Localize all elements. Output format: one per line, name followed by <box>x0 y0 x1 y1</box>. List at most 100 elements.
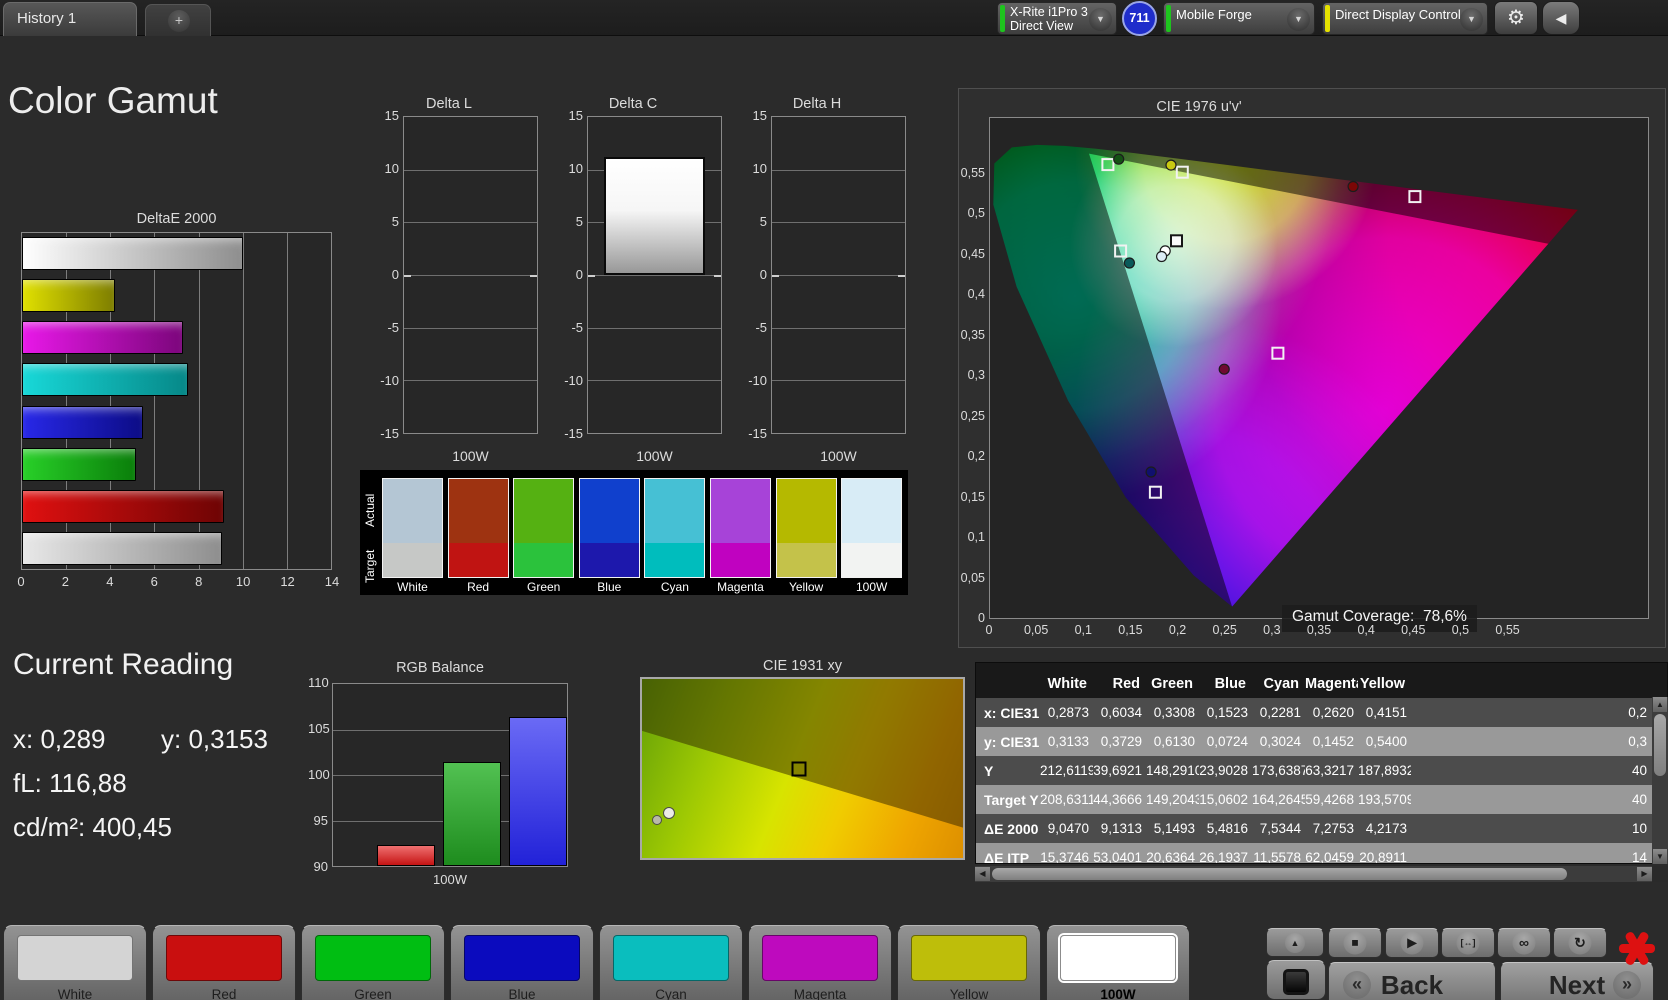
target-color <box>776 542 836 577</box>
blackout-button[interactable] <box>1266 960 1326 1000</box>
scroll-thumb[interactable] <box>992 868 1567 880</box>
cie1976-y-tick: 0,05 <box>960 570 985 585</box>
swatch-column-Magenta: Magenta <box>710 478 771 594</box>
stop-icon: ■ <box>1343 931 1367 955</box>
tab-history-1[interactable]: History 1 <box>3 2 137 36</box>
pattern-button-label: White <box>57 987 93 1000</box>
cie1976-diagram <box>993 144 1578 607</box>
target-row-label: Target <box>363 549 377 583</box>
table-row[interactable]: y: CIE31 0,3133 0,3729 0,6130 0,0724 0,3024 0,… <box>976 727 1667 756</box>
scroll-up-button[interactable]: ▲ <box>1653 697 1667 712</box>
y-tick-label: 5 <box>391 214 399 229</box>
zero-tick <box>772 275 779 277</box>
pattern-button-Yellow[interactable]: Yellow <box>897 925 1041 1000</box>
pattern-button-Red[interactable]: Red <box>152 925 296 1000</box>
gridline <box>588 275 721 276</box>
cell: 0,3024 <box>1259 734 1301 749</box>
bar-Red <box>377 845 435 866</box>
swatch-Blue <box>578 478 640 578</box>
bars <box>22 233 331 569</box>
meter-dropdown[interactable]: X-Rite i1Pro 3 Direct View ▼ <box>997 2 1117 35</box>
y-tick-label: -10 <box>564 373 583 388</box>
chevron-down-icon[interactable]: ▼ <box>1287 8 1310 31</box>
table-row[interactable]: ΔE 2000 9,0470 9,1313 5,1493 5,4816 7,5344 7,2… <box>976 814 1667 843</box>
cell: 0,2 <box>1628 705 1647 720</box>
cell: 0,3 <box>1628 734 1647 749</box>
pattern-button-White[interactable]: White <box>3 925 147 1000</box>
bar-100W <box>603 157 706 275</box>
pattern-button-Magenta[interactable]: Magenta <box>748 925 892 1000</box>
source-label: Mobile Forge <box>1176 7 1252 22</box>
cie1976-y-tick: 0,35 <box>960 327 985 342</box>
y-tick-label: 5 <box>575 214 583 229</box>
refresh-button[interactable]: ↻ <box>1553 928 1607 958</box>
chevron-down-icon[interactable]: ▼ <box>1089 8 1112 31</box>
x-tick-label: 6 <box>150 574 158 589</box>
col-header-Blue: Blue <box>1214 676 1246 692</box>
actual-marker-Cyan <box>1123 257 1135 269</box>
swatch-Green <box>513 478 575 578</box>
table-vertical-scrollbar[interactable]: ▲ ▼ <box>1652 697 1668 864</box>
chevron-down-icon[interactable]: ▼ <box>1460 8 1483 31</box>
delta_l-plot <box>403 116 538 434</box>
gridline <box>404 222 537 224</box>
pattern-button-Cyan[interactable]: Cyan <box>599 925 743 1000</box>
bar-Cyan <box>22 363 189 397</box>
x-tick-label: 8 <box>195 574 203 589</box>
cie1976-y-tick: 0,4 <box>967 287 985 302</box>
col-header-Cyan: Cyan <box>1263 676 1299 692</box>
rgb-x-label: 100W <box>433 872 467 887</box>
scroll-thumb[interactable] <box>1654 714 1666 776</box>
target-color <box>514 542 574 577</box>
table-row[interactable]: ΔE ITP 15,3746 53,0401 20,6364 26,1937 11,557… <box>976 843 1667 863</box>
scroll-left-button[interactable]: ◀ <box>975 867 990 881</box>
pattern-color-patch <box>166 935 282 981</box>
pattern-button-label: Yellow <box>949 987 989 1000</box>
actual-color <box>842 479 902 543</box>
stop-button[interactable]: ■ <box>1328 928 1382 958</box>
swatch-label: Red <box>467 580 490 594</box>
actual-target-swatch-strip: Actual Target White Red Green Blue Cyan Magen… <box>360 470 908 595</box>
cie1931-reading-point <box>662 807 675 820</box>
workflow-dropdown[interactable]: Direct Display Control ▼ <box>1322 2 1488 35</box>
bar-Magenta <box>22 321 183 355</box>
scroll-right-button[interactable]: ▶ <box>1637 867 1652 881</box>
y-tick-label: -5 <box>387 320 399 335</box>
cell: 0,3133 <box>1047 734 1089 749</box>
actual-color <box>514 479 574 543</box>
source-dropdown[interactable]: Mobile Forge ▼ <box>1163 2 1315 35</box>
back-button[interactable]: « Back <box>1328 962 1496 1000</box>
table-row[interactable]: Target Y 208,6311 44,3666 149,2043 15,0602 16… <box>976 785 1667 814</box>
continuous-button[interactable]: ∞ <box>1497 928 1551 958</box>
swatch-Magenta <box>710 478 771 578</box>
deltae2000-chart: DeltaE 2000 0 2 4 6 8 10 12 14 <box>17 205 339 595</box>
pattern-button-100W[interactable]: 100W <box>1046 925 1190 1000</box>
pattern-button-Blue[interactable]: Blue <box>450 925 594 1000</box>
table-row[interactable]: x: CIE31 0,2873 0,6034 0,3308 0,1523 0,2281 0,… <box>976 698 1667 727</box>
play-icon: ▶ <box>1400 931 1424 955</box>
scroll-down-button[interactable]: ▼ <box>1653 849 1667 864</box>
cell: 208,6311 <box>1040 792 1093 807</box>
pattern-color-patch <box>762 935 878 981</box>
cie1976-x-tick: 0,45 <box>1401 623 1426 637</box>
target-color <box>842 542 902 577</box>
reading-fl: fL: 116,88 <box>13 768 127 798</box>
y-tick-label: 110 <box>308 675 329 690</box>
pattern-button-Green[interactable]: Green <box>301 925 445 1000</box>
cell: 15,0602 <box>1199 792 1248 807</box>
cell: 5,4816 <box>1206 821 1248 836</box>
table-row[interactable]: Y 212,6119 39,6921 148,2910 23,9028 173,6387 6… <box>976 756 1667 785</box>
collapse-panel-button[interactable]: ◀ <box>1542 1 1580 35</box>
cell: 0,3729 <box>1100 734 1142 749</box>
y-tick-label: 10 <box>568 161 583 176</box>
table-horizontal-scrollbar[interactable]: ◀ ▶ <box>975 866 1652 882</box>
results-table[interactable]: White Red Green Blue Cyan MagentaYellow 100W x:… <box>975 662 1668 864</box>
interval-button[interactable]: [↔] <box>1441 928 1495 958</box>
settings-button[interactable]: ⚙ <box>1494 1 1538 35</box>
y-tick-label: 10 <box>384 161 399 176</box>
pattern-window-up-button[interactable]: ▲ <box>1266 928 1324 957</box>
row-label: y: CIE31 <box>984 733 1040 750</box>
add-tab-button[interactable]: + <box>145 4 211 36</box>
meter-count-badge[interactable]: 711 <box>1122 1 1157 36</box>
play-button[interactable]: ▶ <box>1385 928 1439 958</box>
